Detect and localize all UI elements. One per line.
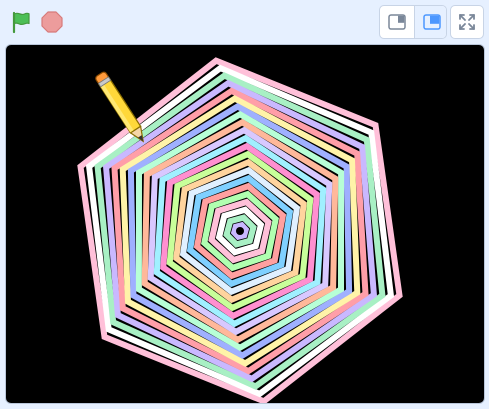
normal-stage-button[interactable]	[414, 6, 446, 38]
fullscreen-icon	[459, 14, 475, 30]
spiral-center	[236, 227, 244, 235]
stage-layout-toggle	[379, 5, 447, 39]
normal-stage-layout-icon	[422, 14, 441, 30]
small-stage-layout-icon	[387, 14, 406, 30]
stop-sign-icon	[41, 11, 63, 33]
green-flag-button[interactable]	[7, 8, 35, 36]
stage-drawing	[77, 57, 403, 403]
stop-button[interactable]	[38, 8, 66, 36]
stage-canvas[interactable]	[5, 44, 485, 404]
green-flag-icon	[12, 11, 30, 34]
small-stage-button[interactable]	[380, 6, 413, 38]
stage-header-toolbar	[0, 0, 489, 44]
fullscreen-button[interactable]	[450, 5, 484, 39]
